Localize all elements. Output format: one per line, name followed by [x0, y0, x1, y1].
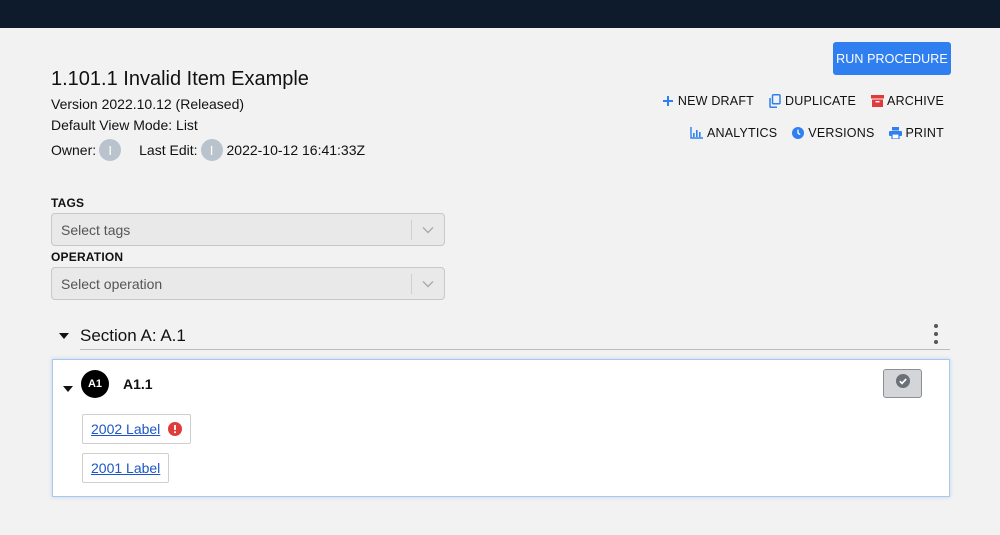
action-row-bottom: ANALYTICS VERSIONS PRINT: [676, 126, 944, 140]
tags-select[interactable]: Select tags: [51, 213, 445, 246]
clock-icon: [791, 126, 805, 140]
chevron-down-icon[interactable]: [412, 226, 444, 234]
step-card: A1 A1.1 2002 Label 2001 Label: [52, 359, 950, 497]
last-edit-avatar[interactable]: I: [200, 139, 223, 161]
new-draft-button[interactable]: NEW DRAFT: [661, 94, 754, 108]
versions-button[interactable]: VERSIONS: [791, 126, 874, 140]
more-options-icon[interactable]: [930, 324, 942, 344]
step-item-link[interactable]: 2001 Label: [91, 460, 160, 476]
page-title: 1.101.1 Invalid Item Example: [51, 68, 309, 90]
step-title: A1.1: [123, 376, 153, 392]
printer-icon: [889, 126, 903, 140]
action-row-top: NEW DRAFT DUPLICATE ARCHIVE: [647, 94, 944, 108]
operation-label: OPERATION: [51, 250, 124, 264]
caret-down-icon[interactable]: [58, 333, 70, 339]
archive-box-icon: [870, 94, 884, 108]
tags-placeholder: Select tags: [61, 221, 131, 238]
error-icon: [168, 422, 183, 436]
new-draft-label: NEW DRAFT: [677, 94, 754, 108]
last-edit-label: Last Edit:: [139, 142, 198, 158]
print-button[interactable]: PRINT: [889, 126, 945, 140]
duplicate-label: DUPLICATE: [785, 94, 857, 108]
chevron-down-icon[interactable]: [412, 280, 444, 288]
print-label: PRINT: [905, 126, 944, 140]
last-edit-time: 2022-10-12 16:41:33Z: [226, 142, 366, 158]
top-nav-bar: [0, 0, 1000, 28]
view-mode-text: Default View Mode: List: [51, 117, 198, 133]
caret-down-icon[interactable]: [63, 379, 73, 397]
tags-label: TAGS: [51, 196, 85, 210]
section-title: Section A: A.1: [80, 326, 186, 345]
bar-chart-icon: [690, 126, 704, 140]
section-header[interactable]: Section A: A.1: [58, 322, 950, 350]
copy-icon: [768, 94, 782, 108]
operation-placeholder: Select operation: [61, 275, 163, 292]
plus-icon: [661, 94, 675, 108]
step-item-2002[interactable]: 2002 Label: [82, 414, 192, 444]
operation-select[interactable]: Select operation: [51, 267, 445, 300]
archive-button[interactable]: ARCHIVE: [870, 94, 944, 108]
archive-label: ARCHIVE: [887, 94, 944, 108]
owner-avatar[interactable]: I: [99, 139, 122, 161]
section-divider: [80, 349, 950, 350]
run-procedure-button[interactable]: RUN PROCEDURE: [833, 42, 951, 75]
analytics-label: ANALYTICS: [706, 126, 778, 140]
owner-row: Owner: I Last Edit: I 2022-10-12 16:41:3…: [51, 139, 365, 161]
step-item-link[interactable]: 2002 Label: [91, 421, 160, 437]
step-badge: A1: [81, 370, 109, 398]
duplicate-button[interactable]: DUPLICATE: [768, 94, 856, 108]
check-circle-icon: [895, 374, 910, 393]
analytics-button[interactable]: ANALYTICS: [690, 126, 777, 140]
version-text: Version 2022.10.12 (Released): [51, 96, 245, 112]
versions-label: VERSIONS: [808, 126, 875, 140]
step-complete-button[interactable]: [883, 369, 922, 398]
owner-label: Owner:: [51, 142, 97, 158]
step-item-2001[interactable]: 2001 Label: [82, 453, 170, 483]
